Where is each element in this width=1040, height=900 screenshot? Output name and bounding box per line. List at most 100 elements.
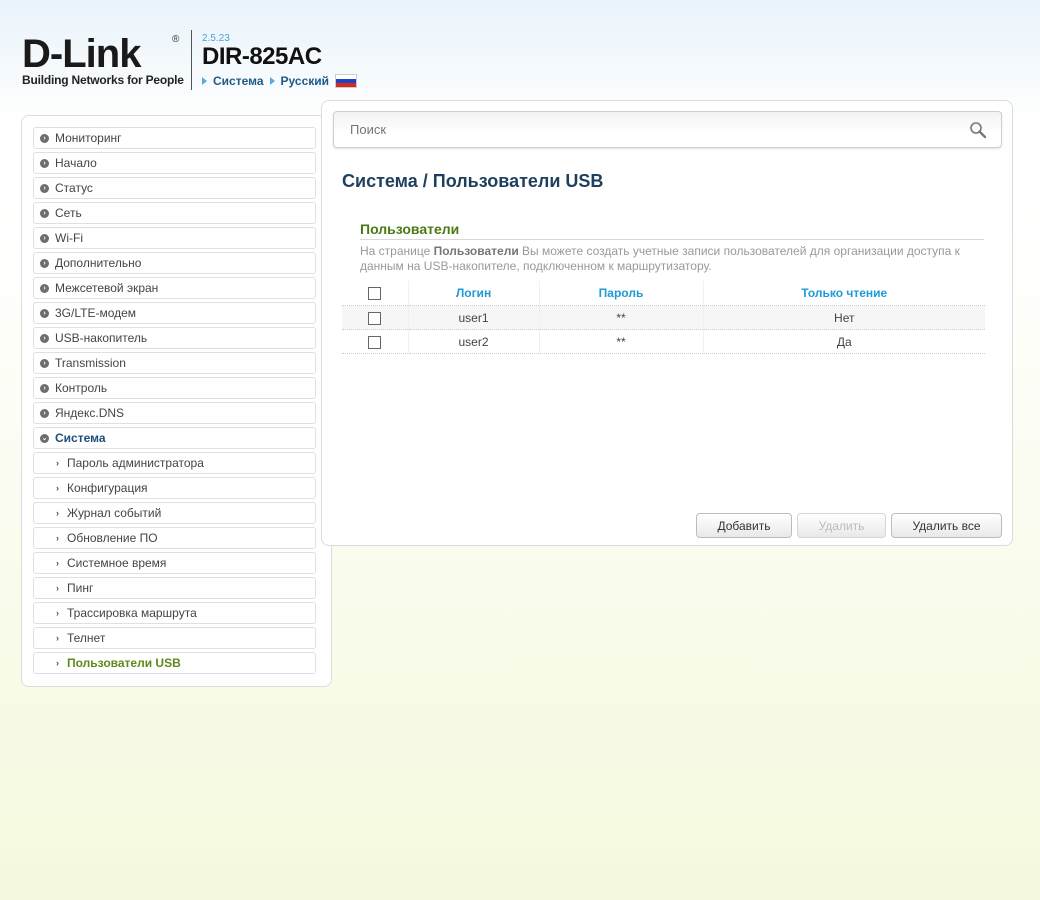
sidebar-item-label: Wi-Fi	[55, 231, 83, 245]
sidebar-item-status[interactable]: › Статус	[33, 177, 316, 199]
dlink-logo: D-Link ® Building Networks for People	[22, 34, 184, 87]
sidebar-item-3g-lte-modem[interactable]: › 3G/LTE-модем	[33, 302, 316, 324]
sidebar-subitem-event-log[interactable]: › Журнал событий	[33, 502, 316, 524]
section-description: На странице Пользователи Вы можете созда…	[360, 244, 990, 274]
russian-flag-icon[interactable]	[335, 74, 358, 88]
chevron-right-icon: ›	[40, 283, 49, 293]
chevron-right-icon: ›	[40, 208, 49, 218]
column-header-login[interactable]: Логин	[407, 281, 539, 306]
users-table: Логин Пароль Только чтение user1 ** Нет …	[342, 281, 985, 354]
sidebar-subitem-label: Трассировка маршрута	[67, 606, 197, 620]
sidebar-subitem-label: Журнал событий	[67, 506, 162, 520]
sidebar-item-advanced[interactable]: › Дополнительно	[33, 252, 316, 274]
arrow-right-icon: ›	[56, 583, 59, 593]
table-row[interactable]: user2 ** Да	[342, 329, 985, 354]
sidebar-item-start[interactable]: › Начало	[33, 152, 316, 174]
row-checkbox[interactable]	[368, 335, 382, 349]
sidebar-subitem-traceroute[interactable]: › Трассировка маршрута	[33, 602, 316, 624]
sidebar-subitem-label: Конфигурация	[67, 481, 148, 495]
sidebar-subitem-label: Телнет	[67, 631, 106, 645]
chevron-right-icon: ›	[40, 158, 49, 168]
sidebar-subitem-ping[interactable]: › Пинг	[33, 577, 316, 599]
search-input[interactable]	[348, 121, 952, 138]
sidebar-subitem-label: Пользователи USB	[67, 656, 181, 670]
cell-login: user1	[407, 305, 539, 330]
sidebar-subitem-system-time[interactable]: › Системное время	[33, 552, 316, 574]
sidebar-item-network[interactable]: › Сеть	[33, 202, 316, 224]
arrow-right-icon: ›	[56, 483, 59, 493]
logo-tagline: Building Networks for People	[22, 73, 184, 87]
chevron-right-icon: ›	[40, 333, 49, 343]
chevron-right-icon: ›	[40, 408, 49, 418]
table-row[interactable]: user1 ** Нет	[342, 305, 985, 330]
sidebar-item-label: Сеть	[55, 206, 82, 220]
description-text-prefix: На странице	[360, 244, 434, 258]
sidebar-subitem-admin-password[interactable]: › Пароль администратора	[33, 452, 316, 474]
search-box	[333, 111, 1002, 148]
model-block: 2.5.23 DIR-825AC Система Русский	[202, 34, 358, 88]
sidebar-item-yandex-dns[interactable]: › Яндекс.DNS	[33, 402, 316, 424]
chevron-right-icon: ›	[40, 383, 49, 393]
chevron-right-icon: ›	[40, 258, 49, 268]
sidebar-subitem-telnet[interactable]: › Телнет	[33, 627, 316, 649]
sidebar-item-label: USB-накопитель	[55, 331, 148, 345]
arrow-right-icon: ›	[56, 508, 59, 518]
arrow-right-icon: ›	[56, 533, 59, 543]
cell-readonly: Нет	[702, 305, 985, 330]
page-title: Система / Пользователи USB	[342, 171, 604, 191]
header-divider	[191, 30, 192, 90]
select-all-cell	[342, 281, 408, 306]
section-title: Пользователи	[360, 221, 460, 237]
row-checkbox[interactable]	[368, 311, 382, 325]
cell-password: **	[538, 305, 703, 330]
sidebar-item-label: Контроль	[55, 381, 108, 395]
description-text-bold: Пользователи	[433, 244, 519, 258]
chevron-right-icon: ›	[40, 358, 49, 368]
arrow-right-icon: ›	[56, 608, 59, 618]
add-button[interactable]: Добавить	[696, 513, 792, 538]
sidebar-item-label: Начало	[55, 156, 97, 170]
sidebar-item-wifi[interactable]: › Wi-Fi	[33, 227, 316, 249]
sidebar-subitem-firmware-update[interactable]: › Обновление ПО	[33, 527, 316, 549]
delete-all-button[interactable]: Удалить все	[891, 513, 1002, 538]
sidebar-item-monitoring[interactable]: › Мониторинг	[33, 127, 316, 149]
sidebar-subitem-usb-users[interactable]: › Пользователи USB	[33, 652, 316, 674]
sidebar-item-firewall[interactable]: › Межсетевой экран	[33, 277, 316, 299]
sidebar-item-transmission[interactable]: › Transmission	[33, 352, 316, 374]
sidebar-item-usb-storage[interactable]: › USB-накопитель	[33, 327, 316, 349]
sidebar-subitem-label: Системное время	[67, 556, 167, 570]
sidebar: › Мониторинг › Начало › Статус › Сеть › Wi-Fi…	[21, 115, 332, 687]
delete-button[interactable]: Удалить	[797, 513, 886, 538]
arrow-right-icon: ›	[56, 633, 59, 643]
breadcrumb-system-link[interactable]: Система	[213, 74, 264, 88]
sidebar-item-label: Межсетевой экран	[55, 281, 159, 295]
chevron-down-icon: ⌄	[40, 433, 49, 443]
sidebar-item-control[interactable]: › Контроль	[33, 377, 316, 399]
sidebar-item-system[interactable]: ⌄ Система	[33, 427, 316, 449]
arrow-right-icon: ›	[56, 458, 59, 468]
chevron-right-icon: ›	[40, 308, 49, 318]
chevron-right-icon: ›	[40, 133, 49, 143]
section-divider	[360, 239, 984, 240]
arrow-right-icon: ›	[56, 658, 59, 668]
breadcrumb-arrow-icon	[202, 77, 207, 85]
sidebar-subitem-label: Пинг	[67, 581, 94, 595]
column-header-password[interactable]: Пароль	[538, 281, 703, 306]
main-panel: Система / Пользователи USB Пользователи …	[321, 100, 1013, 546]
cell-readonly: Да	[702, 329, 985, 354]
column-header-readonly[interactable]: Только чтение	[702, 281, 985, 306]
logo-wordmark: D-Link	[22, 32, 141, 76]
select-all-checkbox[interactable]	[368, 287, 382, 301]
sidebar-item-label: Яндекс.DNS	[55, 406, 125, 420]
search-icon[interactable]	[969, 121, 987, 139]
cell-login: user2	[407, 329, 539, 354]
chevron-right-icon: ›	[40, 183, 49, 193]
breadcrumb-arrow-icon	[269, 77, 275, 85]
sidebar-subitem-configuration[interactable]: › Конфигурация	[33, 477, 316, 499]
language-link[interactable]: Русский	[281, 74, 330, 88]
sidebar-subitem-label: Пароль администратора	[67, 456, 204, 470]
model-name: DIR-825AC	[202, 43, 322, 70]
row-select-cell	[342, 305, 408, 330]
chevron-right-icon: ›	[40, 233, 49, 243]
sidebar-subitem-label: Обновление ПО	[67, 531, 158, 545]
